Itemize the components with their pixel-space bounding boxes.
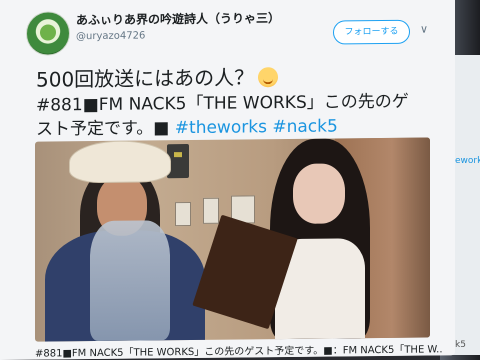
tweet-card: あふぃりあ界の吟遊詩人（うりゃ三） @uryazo4726 フォローする ∨ 5… bbox=[0, 0, 455, 360]
user-handle[interactable]: @uryazo4726 bbox=[76, 30, 145, 42]
tweet-photo[interactable] bbox=[35, 137, 430, 342]
photo-link-caption[interactable]: #881■FM NACK5「THE WORKS」この先のゲスト予定です。■：FM… bbox=[35, 340, 455, 360]
avatar[interactable] bbox=[26, 11, 70, 56]
background-hashtag-fragment[interactable]: eworks bbox=[455, 156, 480, 166]
hashtag-theworks[interactable]: #theworks bbox=[175, 117, 267, 138]
tweet-text-line2: #881■FM NACK5「THE WORKS」この先のゲ bbox=[36, 91, 409, 116]
tweet-text-line3: スト予定です。■ #theworks #nack5 bbox=[36, 111, 338, 139]
photo-person-right-face bbox=[293, 163, 345, 224]
background-footer-fragment: k5 bbox=[455, 340, 466, 350]
avatar-emblem-icon bbox=[40, 24, 56, 41]
smiling-face-icon bbox=[258, 67, 279, 88]
photo-switch bbox=[203, 197, 219, 224]
tweet-text-tail: スト予定です。■ bbox=[36, 118, 170, 140]
chevron-down-icon[interactable]: ∨ bbox=[420, 23, 428, 36]
hashtag-nack5[interactable]: #nack5 bbox=[272, 116, 337, 137]
photo-switch bbox=[175, 201, 191, 227]
follow-button[interactable]: フォローする bbox=[333, 19, 410, 45]
photo-person-left-hat bbox=[69, 140, 171, 184]
background-timeline bbox=[452, 55, 480, 355]
photo-person-left-scarf bbox=[90, 220, 170, 342]
user-display-name[interactable]: あふぃりあ界の吟遊詩人（うりゃ三） bbox=[76, 9, 280, 28]
